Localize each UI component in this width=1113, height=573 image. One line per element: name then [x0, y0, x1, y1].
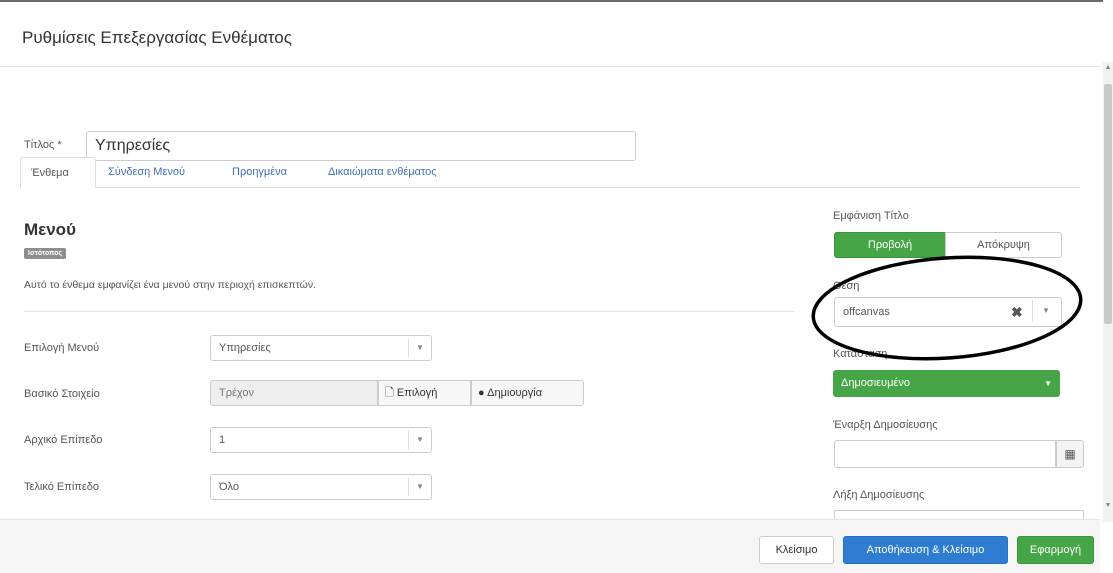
- calendar-icon[interactable]: ▦: [1056, 440, 1084, 468]
- publish-up-label: Έναρξη Δημοσίευσης: [833, 419, 938, 431]
- apply-button[interactable]: Εφαρμογή: [1017, 536, 1094, 564]
- select-button-label: Επιλογή: [396, 387, 438, 399]
- close-button[interactable]: Κλείσιμο: [759, 536, 834, 564]
- module-description: Αυτό το ένθεμα εμφανίζει ένα μενού στην …: [24, 279, 317, 291]
- tab-advanced[interactable]: Προηγμένα: [222, 157, 297, 187]
- select-base-item-button[interactable]: 🗋 Επιλογή: [378, 380, 471, 406]
- header-divider: [0, 66, 1100, 67]
- tab-bar: Ένθεμα Σύνδεση Μενού Προηγμένα Δικαιώματ…: [20, 157, 1080, 188]
- scroll-thumb[interactable]: [1104, 84, 1112, 324]
- base-item-label: Βασικό Στοιχείο: [24, 388, 100, 400]
- module-heading: Μενού: [24, 220, 76, 239]
- divider: [24, 311, 794, 312]
- tab-menu-assignment[interactable]: Σύνδεση Μενού: [98, 157, 195, 187]
- create-base-item-button[interactable]: ● Δημιουργία: [471, 380, 584, 406]
- scroll-down-icon[interactable]: ▼: [1104, 502, 1112, 510]
- publish-up-input[interactable]: [834, 440, 1056, 468]
- start-level-label: Αρχικό Επίπεδο: [24, 434, 103, 446]
- menu-select[interactable]: Υπηρεσίες ▼: [210, 335, 432, 361]
- show-title-label: Εμφάνιση Τίτλο: [833, 210, 909, 222]
- chevron-down-icon: ▼: [408, 339, 431, 357]
- status-select[interactable]: Δημοσιευμένο ▼: [833, 370, 1060, 397]
- create-button-label: Δημιουργία: [487, 387, 543, 399]
- base-item-field: Τρέχον: [210, 380, 378, 406]
- tab-permissions[interactable]: Δικαιώματα ενθέματος: [318, 157, 447, 187]
- top-border: [0, 0, 1103, 2]
- save-close-button[interactable]: Αποθήκευση & Κλείσιμο: [843, 536, 1008, 564]
- end-level-label: Τελικό Επίπεδο: [24, 481, 100, 493]
- title-label: Τίτλος *: [24, 139, 62, 151]
- end-level-select[interactable]: Όλο ▼: [210, 474, 432, 500]
- menu-label: Επιλογή Μενού: [24, 342, 100, 354]
- annotation-circle: [811, 255, 1083, 361]
- site-badge: Ιστότοπος: [24, 248, 67, 259]
- file-icon: 🗋: [385, 387, 394, 399]
- chevron-down-icon: ▼: [408, 478, 431, 496]
- status-value: Δημοσιευμένο: [841, 377, 910, 389]
- modal-title: Ρυθμίσεις Επεξεργασίας Ενθέματος: [22, 28, 292, 47]
- end-level-value: Όλο: [219, 481, 239, 493]
- caret-down-icon: ▼: [1044, 379, 1052, 388]
- chevron-down-icon: ▼: [408, 431, 431, 449]
- menu-select-value: Υπηρεσίες: [219, 342, 271, 354]
- scroll-up-icon[interactable]: ▲: [1104, 64, 1112, 72]
- tab-module[interactable]: Ένθεμα: [20, 157, 96, 188]
- plus-circle-icon: ●: [478, 387, 485, 399]
- publish-down-label: Λήξη Δημοσίευσης: [833, 489, 925, 501]
- scrollbar[interactable]: ▲ ▼: [1103, 62, 1113, 522]
- start-level-select[interactable]: 1 ▼: [210, 427, 432, 453]
- start-level-value: 1: [219, 434, 226, 446]
